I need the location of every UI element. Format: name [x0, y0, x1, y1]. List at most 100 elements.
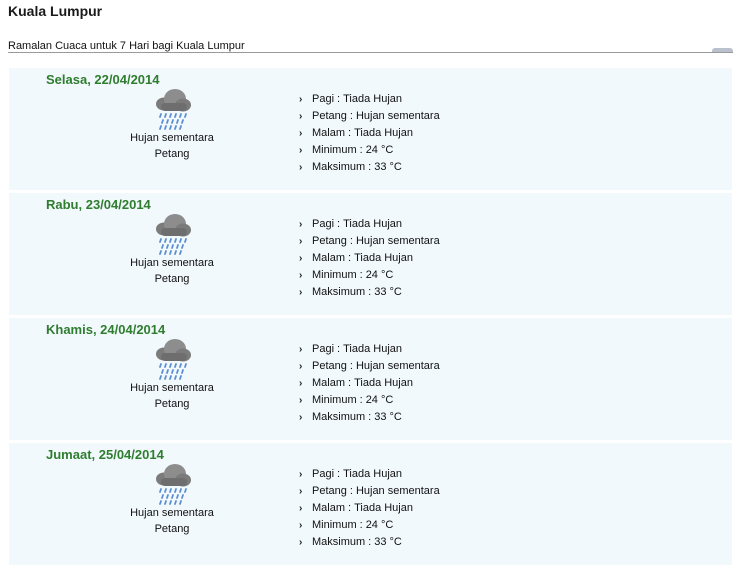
detail-pagi: › Pagi: Tiada Hujan [299, 218, 402, 230]
day-card: Rabu, 23/04/2014 Hujan sementara Petang … [9, 193, 732, 318]
chevron-right-icon: › [299, 378, 303, 389]
forecast-subtitle: Ramalan Cuaca untuk 7 Hari bagi Kuala Lu… [8, 40, 245, 52]
detail-value: 24 °C [365, 394, 394, 406]
detail-label: Petang [312, 110, 347, 122]
detail-value: Tiada Hujan [354, 252, 413, 264]
detail-value: Tiada Hujan [354, 127, 413, 139]
detail-label: Pagi [312, 218, 335, 230]
chevron-right-icon: › [299, 344, 303, 355]
detail-value: 24 °C [365, 144, 394, 156]
rain-cloud-icon [156, 214, 191, 255]
chevron-right-icon: › [299, 128, 303, 139]
detail-value: Tiada Hujan [354, 502, 413, 514]
detail-petang: › Petang: Hujan sementara [299, 235, 440, 247]
detail-value: Tiada Hujan [343, 343, 402, 355]
chevron-right-icon: › [299, 111, 303, 122]
detail-value: 24 °C [365, 519, 394, 531]
weather-caption-period: Petang [154, 273, 190, 285]
detail-value: Tiada Hujan [343, 468, 402, 480]
detail-value: 33 °C [374, 161, 402, 173]
forecast-details: › Pagi: Tiada Hujan › Petang: Hujan sementar… [299, 217, 440, 302]
day-date: Rabu, 23/04/2014 [46, 197, 151, 212]
detail-pagi: › Pagi: Tiada Hujan [299, 343, 402, 355]
detail-label: Petang [312, 360, 347, 372]
weather-caption-period: Petang [154, 398, 190, 410]
detail-label: Maksimum [312, 411, 366, 423]
detail-petang: › Petang: Hujan sementara [299, 360, 440, 372]
detail-minimum: › Minimum:24 °C [299, 519, 394, 531]
detail-maksimum: › Maksimum:33 °C [299, 286, 402, 298]
detail-value: Hujan sementara [355, 485, 440, 497]
weather-caption: Hujan sementara [130, 132, 214, 144]
chevron-right-icon: › [299, 145, 303, 156]
detail-label: Pagi [312, 468, 335, 480]
detail-label: Pagi [312, 343, 335, 355]
detail-label: Malam [312, 127, 346, 139]
weather-caption-period: Petang [154, 148, 190, 160]
day-card: Khamis, 24/04/2014 Hujan sementara Petan… [9, 318, 732, 443]
day-card: Jumaat, 25/04/2014 Hujan sementara Petan… [9, 443, 732, 568]
detail-maksimum: › Maksimum:33 °C [299, 161, 402, 173]
detail-malam: › Malam: Tiada Hujan [299, 252, 413, 264]
detail-label: Minimum [312, 144, 357, 156]
chevron-right-icon: › [299, 537, 303, 548]
detail-value: Hujan sementara [355, 360, 440, 372]
forecast-details: › Pagi: Tiada Hujan › Petang: Hujan sementar… [299, 92, 440, 177]
detail-label: Petang [312, 235, 347, 247]
day-card: Selasa, 22/04/2014 Hujan sementara Petan… [9, 68, 732, 193]
detail-minimum: › Minimum:24 °C [299, 394, 394, 406]
weather-caption: Hujan sementara [130, 382, 214, 394]
forecast-details: › Pagi: Tiada Hujan › Petang: Hujan sementar… [299, 467, 440, 552]
chevron-right-icon: › [299, 486, 303, 497]
chevron-right-icon: › [299, 253, 303, 264]
detail-label: Malam [312, 377, 346, 389]
detail-label: Maksimum [312, 536, 366, 548]
chevron-right-icon: › [299, 219, 303, 230]
chevron-right-icon: › [299, 469, 303, 480]
chevron-right-icon: › [299, 412, 303, 423]
detail-label: Pagi [312, 93, 335, 105]
detail-maksimum: › Maksimum:33 °C [299, 411, 402, 423]
city-title: Kuala Lumpur [8, 3, 103, 19]
detail-value: Tiada Hujan [354, 377, 413, 389]
forecast-list: Selasa, 22/04/2014 Hujan sementara Petan… [9, 68, 732, 568]
day-date: Jumaat, 25/04/2014 [46, 447, 164, 462]
rain-cloud-icon [156, 339, 191, 380]
detail-label: Minimum [312, 519, 357, 531]
detail-value: Tiada Hujan [343, 218, 402, 230]
chevron-right-icon: › [299, 361, 303, 372]
detail-maksimum: › Maksimum:33 °C [299, 536, 402, 548]
detail-malam: › Malam: Tiada Hujan [299, 502, 413, 514]
detail-label: Maksimum [312, 286, 366, 298]
detail-value: 33 °C [374, 411, 402, 423]
detail-petang: › Petang: Hujan sementara [299, 110, 440, 122]
header-divider [8, 52, 733, 53]
header-corner-tab [712, 48, 733, 52]
detail-label: Maksimum [312, 161, 366, 173]
detail-value: Tiada Hujan [343, 93, 402, 105]
day-date: Selasa, 22/04/2014 [46, 72, 160, 87]
detail-malam: › Malam: Tiada Hujan [299, 377, 413, 389]
detail-pagi: › Pagi: Tiada Hujan [299, 468, 402, 480]
weather-caption: Hujan sementara [130, 507, 214, 519]
day-date: Khamis, 24/04/2014 [46, 322, 166, 337]
detail-label: Malam [312, 502, 346, 514]
chevron-right-icon: › [299, 503, 303, 514]
detail-minimum: › Minimum:24 °C [299, 269, 394, 281]
rain-cloud-icon [156, 89, 191, 130]
chevron-right-icon: › [299, 270, 303, 281]
chevron-right-icon: › [299, 162, 303, 173]
detail-label: Minimum [312, 394, 357, 406]
chevron-right-icon: › [299, 520, 303, 531]
detail-value: Hujan sementara [355, 235, 440, 247]
weather-caption-period: Petang [154, 523, 190, 535]
detail-label: Petang [312, 485, 347, 497]
weather-caption: Hujan sementara [130, 257, 214, 269]
chevron-right-icon: › [299, 236, 303, 247]
detail-petang: › Petang: Hujan sementara [299, 485, 440, 497]
detail-label: Malam [312, 252, 346, 264]
detail-value: 24 °C [365, 269, 394, 281]
chevron-right-icon: › [299, 395, 303, 406]
detail-pagi: › Pagi: Tiada Hujan [299, 93, 402, 105]
forecast-details: › Pagi: Tiada Hujan › Petang: Hujan sementar… [299, 342, 440, 427]
